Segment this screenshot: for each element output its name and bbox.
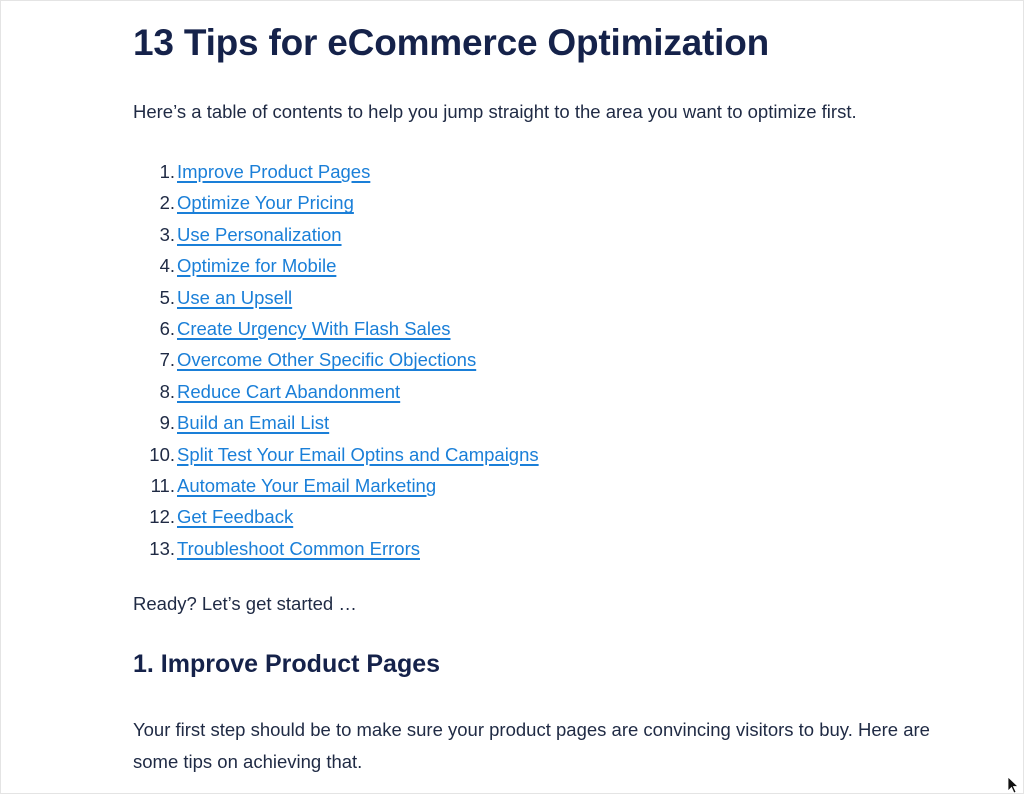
toc-item: 1. Improve Product Pages <box>133 156 539 187</box>
toc-link-use-an-upsell[interactable]: Use an Upsell <box>177 287 292 308</box>
section-heading: 1. Improve Product Pages <box>133 650 441 678</box>
intro-paragraph: Here’s a table of contents to help you j… <box>133 101 857 122</box>
toc-item: 10. Split Test Your Email Optins and Camp… <box>133 439 539 470</box>
toc-link-optimize-your-pricing[interactable]: Optimize Your Pricing <box>177 192 354 213</box>
toc-item: 6. Create Urgency With Flash Sales <box>133 313 539 344</box>
toc-link-build-email-list[interactable]: Build an Email List <box>177 412 329 433</box>
toc-item: 5. Use an Upsell <box>133 282 539 313</box>
toc-item: 4. Optimize for Mobile <box>133 250 539 281</box>
toc-item: 3. Use Personalization <box>133 219 539 250</box>
section-body: Your first step should be to make sure y… <box>133 719 930 772</box>
toc-item: 7. Overcome Other Specific Objections <box>133 344 539 375</box>
toc-number: 10. <box>149 443 175 465</box>
toc-link-get-feedback[interactable]: Get Feedback <box>177 506 293 527</box>
toc-item: 12. Get Feedback <box>133 501 539 532</box>
page-title: 13 Tips for eCommerce Optimization <box>133 22 770 63</box>
toc-link-reduce-cart-abandonment[interactable]: Reduce Cart Abandonment <box>177 381 400 402</box>
toc-item: 8. Reduce Cart Abandonment <box>133 376 539 407</box>
toc-number: 5. <box>159 286 175 308</box>
toc-link-overcome-objections[interactable]: Overcome Other Specific Objections <box>177 349 476 370</box>
toc-number: 6. <box>159 317 175 339</box>
toc-item: 11. Automate Your Email Marketing <box>133 470 539 501</box>
toc-item: 2. Optimize Your Pricing <box>133 187 539 218</box>
toc-item: 13. Troubleshoot Common Errors <box>133 533 539 564</box>
toc-number: 9. <box>159 412 175 434</box>
toc-link-use-personalization[interactable]: Use Personalization <box>177 224 342 245</box>
toc-number: 3. <box>159 223 175 245</box>
table-of-contents: 1. Improve Product Pages 2. Optimize Your … <box>133 156 539 564</box>
toc-item: 9. Build an Email List <box>133 407 539 438</box>
mouse-pointer-icon <box>1007 776 1020 794</box>
toc-number: 4. <box>159 255 175 277</box>
toc-link-split-test[interactable]: Split Test Your Email Optins and Campaig… <box>177 444 539 465</box>
toc-number: 11. <box>150 474 175 496</box>
toc-number: 1. <box>159 161 175 182</box>
toc-number: 7. <box>159 349 175 371</box>
toc-link-troubleshoot-errors[interactable]: Troubleshoot Common Errors <box>177 538 420 559</box>
toc-link-create-urgency[interactable]: Create Urgency With Flash Sales <box>177 318 451 339</box>
toc-number: 12. <box>149 506 175 528</box>
toc-number: 2. <box>159 192 175 214</box>
toc-link-automate-email[interactable]: Automate Your Email Marketing <box>177 475 436 496</box>
toc-number: 8. <box>159 380 175 402</box>
toc-link-optimize-for-mobile[interactable]: Optimize for Mobile <box>177 255 336 276</box>
toc-number: 13. <box>149 537 175 559</box>
ready-text: Ready? Let’s get started … <box>133 593 357 614</box>
toc-link-improve-product-pages[interactable]: Improve Product Pages <box>177 161 370 182</box>
